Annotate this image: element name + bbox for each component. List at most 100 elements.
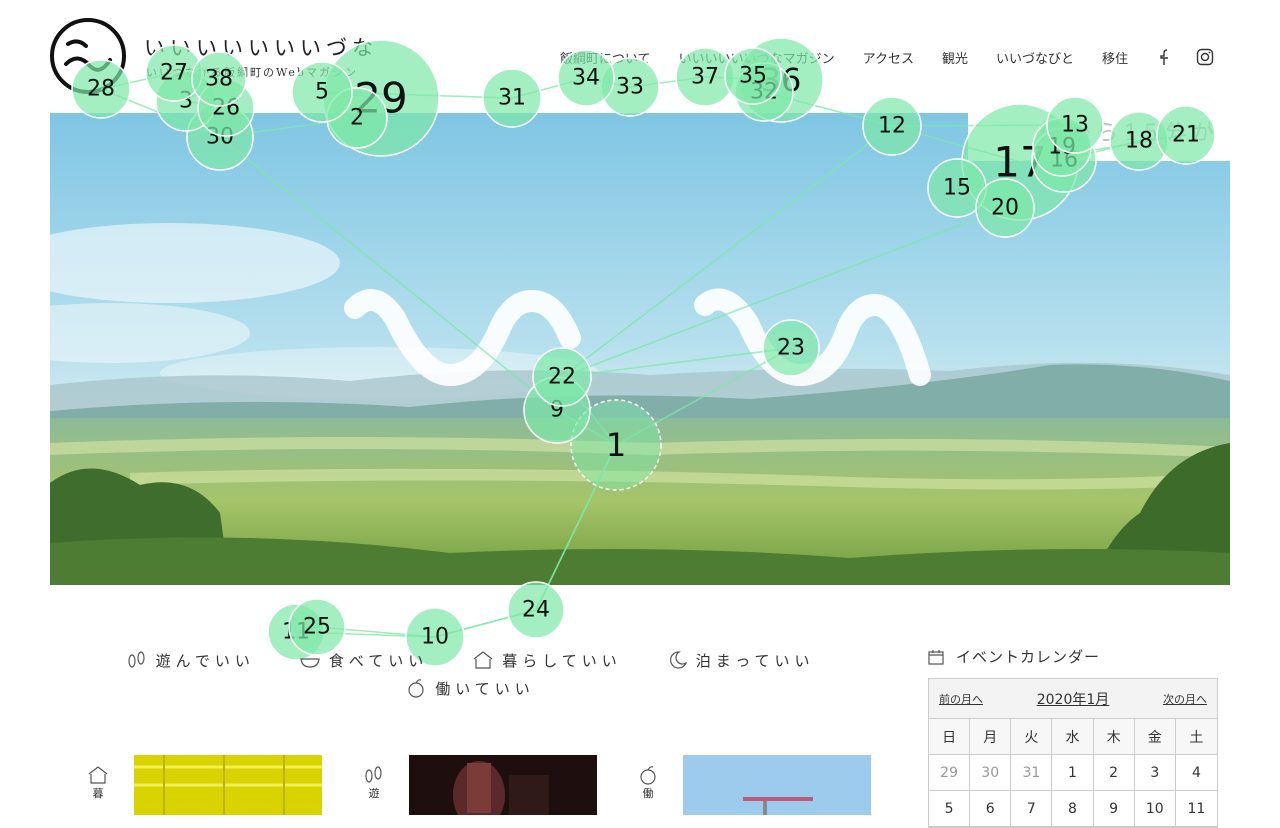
post-category: 暮 [86, 765, 110, 801]
post-thumbnail-image [134, 755, 322, 815]
hero-image: 街から15分が [50, 113, 1230, 585]
footprints-icon [365, 766, 382, 783]
global-nav: 飯綱町について いいいいいいづなマガジン アクセス 観光 いいづなびと 移住 [560, 46, 1236, 68]
instagram-icon[interactable] [1196, 48, 1214, 66]
scanpath-line [585, 77, 631, 88]
weekday-header: 日 [929, 719, 971, 755]
category-label: 遊んでいい [155, 651, 255, 670]
category-menu: 遊んでいい 食べていい 暮らしていい 泊まっていい 働いていい [110, 646, 830, 702]
post-thumbnail[interactable] [409, 755, 597, 815]
category-play[interactable]: 遊んでいい [126, 650, 255, 671]
calendar-day: 31 [1011, 755, 1053, 791]
post-category-label: 働 [642, 787, 654, 800]
weekday-header: 火 [1011, 719, 1053, 755]
category-label: 泊まっていい [695, 651, 815, 670]
category-live[interactable]: 暮らしていい [472, 650, 622, 671]
calendar-day: 30 [970, 755, 1012, 791]
svg-text:24: 24 [522, 598, 550, 623]
site-logo[interactable]: いいいいいいいづな いいつなかる飯綱町のWebマガジン [50, 16, 450, 96]
nav-item-people[interactable]: いいづなびと [996, 48, 1074, 67]
calendar-day[interactable]: 3 [1134, 755, 1176, 791]
weekday-header: 月 [970, 719, 1012, 755]
footprints-icon [127, 651, 145, 668]
next-month-link[interactable]: 次の月へ [1163, 691, 1207, 707]
logo-subtitle: いいつなかる飯綱町のWebマガジン [146, 66, 358, 79]
facebook-icon[interactable] [1156, 48, 1174, 66]
svg-text:33: 33 [616, 75, 644, 100]
weekday-header: 木 [1093, 719, 1135, 755]
apple-icon [408, 679, 424, 698]
calendar-day[interactable]: 5 [929, 791, 971, 827]
house-icon [88, 766, 108, 784]
scanpath-line [434, 609, 537, 638]
svg-text:34: 34 [572, 66, 600, 91]
scanpath-line [752, 75, 782, 81]
logo-title: いいいいいいいづな [144, 36, 378, 60]
calendar-grid: 日 月 火 水 木 金 土 29 30 31 1 2 3 4 5 6 7 8 9… [929, 719, 1217, 827]
calendar-header: 前の月へ 2020年1月 次の月へ [929, 679, 1217, 719]
calendar-heading: イベントカレンダー [928, 646, 1100, 667]
gaze-marker: 24 [507, 581, 565, 639]
scanpath-line [434, 609, 537, 638]
calendar-day[interactable]: 2 [1093, 755, 1135, 791]
category-label: 食べていい [328, 651, 429, 670]
category-eat[interactable]: 食べていい [299, 650, 428, 671]
svg-text:31: 31 [498, 86, 526, 111]
apple-icon [640, 766, 656, 785]
nav-item-magazine[interactable]: いいいいいいづなマガジン [679, 48, 835, 67]
post-category: 働 [636, 765, 660, 801]
calendar-icon [928, 649, 944, 665]
calendar-day[interactable]: 4 [1175, 755, 1217, 791]
weekday-header: 水 [1052, 719, 1094, 755]
scanpath-line [629, 76, 706, 88]
calendar-day[interactable]: 11 [1175, 791, 1217, 827]
category-work[interactable]: 働いていい [405, 678, 535, 699]
svg-text:37: 37 [691, 65, 719, 90]
post-thumbnail[interactable] [134, 755, 322, 815]
post-category-label: 遊 [368, 787, 380, 800]
scanpath-line [316, 626, 436, 638]
calendar-day[interactable]: 7 [1011, 791, 1053, 827]
category-label: 暮らしていい [502, 651, 622, 670]
category-row: 遊んでいい 食べていい 暮らしていい 泊まっていい [110, 646, 830, 674]
calendar-day[interactable]: 1 [1052, 755, 1094, 791]
weekday-header: 土 [1175, 719, 1217, 755]
svg-text:11: 11 [282, 620, 310, 645]
scanpath-line [295, 626, 318, 633]
weekday-header: 金 [1134, 719, 1176, 755]
house-icon [473, 651, 493, 669]
nav-item-migration[interactable]: 移住 [1102, 48, 1128, 67]
logo-mark-icon [50, 18, 126, 94]
svg-text:32: 32 [750, 80, 778, 105]
calendar-day[interactable]: 6 [970, 791, 1012, 827]
moon-icon [669, 651, 688, 669]
category-label: 働いていい [435, 679, 535, 698]
scanpath-line [704, 76, 782, 81]
calendar-day[interactable]: 10 [1134, 791, 1176, 827]
nav-item-about[interactable]: 飯綱町について [560, 48, 651, 67]
event-calendar: 前の月へ 2020年1月 次の月へ 日 月 火 水 木 金 土 29 30 31… [928, 678, 1218, 828]
post-thumbnail-image [409, 755, 597, 815]
svg-text:25: 25 [303, 615, 331, 640]
scanpath-line [185, 100, 227, 109]
post-category-label: 暮 [92, 787, 104, 800]
tagline-panel: 街から15分が [968, 113, 1230, 161]
hero-tagline: 街から15分が [1040, 121, 1220, 146]
post-category: 遊 [362, 765, 386, 801]
scanpath-line [511, 77, 587, 99]
nav-item-access[interactable]: アクセス [863, 48, 914, 67]
current-month[interactable]: 2020年1月 [1037, 689, 1110, 709]
bowl-icon [300, 658, 320, 668]
calendar-title: イベントカレンダー [956, 648, 1101, 666]
nav-item-sightseeing[interactable]: 観光 [942, 48, 968, 67]
calendar-day[interactable]: 9 [1093, 791, 1135, 827]
category-row: 働いていい [110, 674, 830, 702]
scanpath-line [295, 631, 436, 638]
post-thumbnail[interactable] [683, 755, 871, 815]
post-thumbnail-image [683, 755, 871, 815]
calendar-day[interactable]: 8 [1052, 791, 1094, 827]
category-stay[interactable]: 泊まっていい [666, 650, 815, 671]
prev-month-link[interactable]: 前の月へ [939, 691, 983, 707]
calendar-day: 29 [929, 755, 971, 791]
scanpath-line [752, 75, 765, 93]
